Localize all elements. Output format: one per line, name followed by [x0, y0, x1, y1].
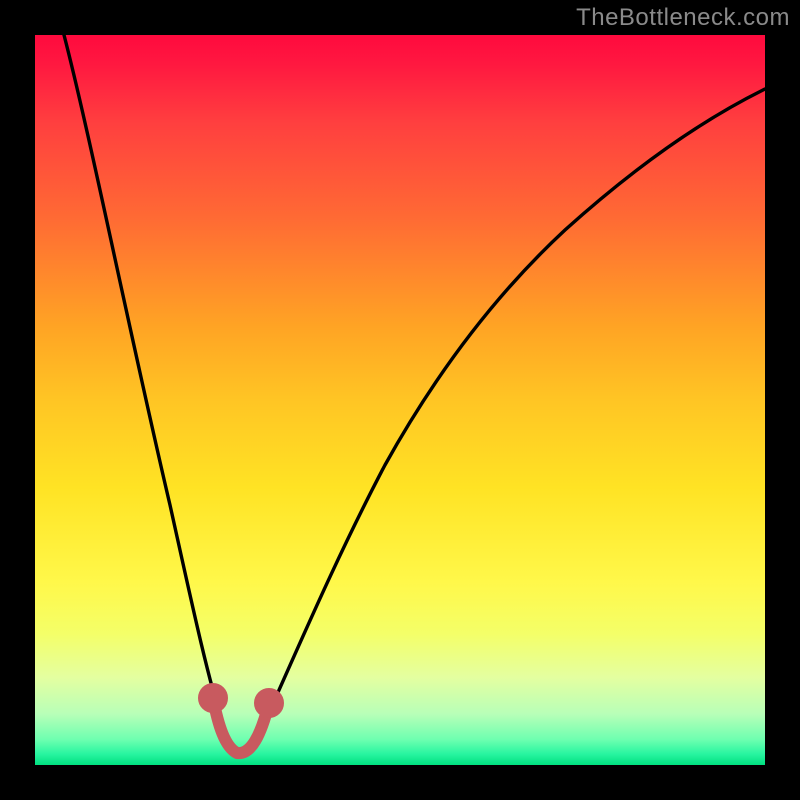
chart-frame: TheBottleneck.com [0, 0, 800, 800]
bottleneck-curve [64, 35, 765, 751]
watermark-text: TheBottleneck.com [576, 4, 790, 32]
plot-area [35, 35, 765, 765]
curve-layer [35, 35, 765, 765]
optimal-region-marker [204, 689, 278, 753]
